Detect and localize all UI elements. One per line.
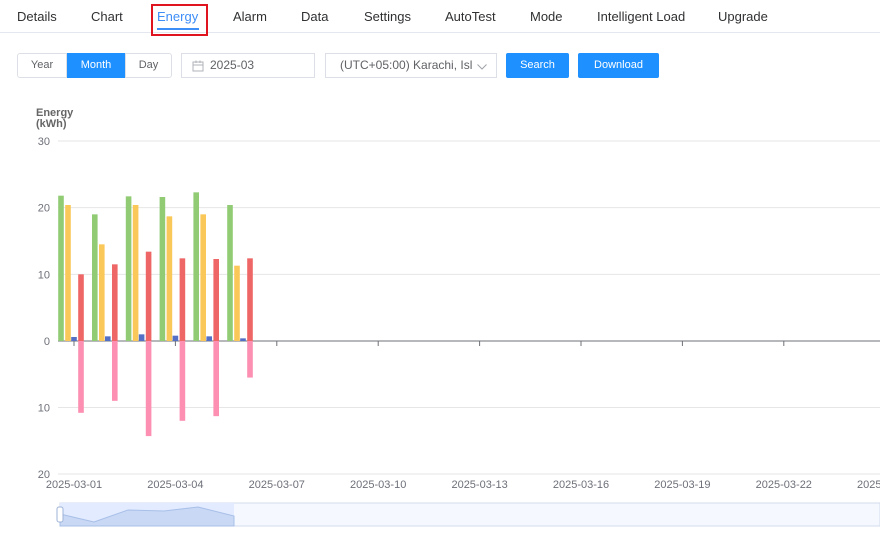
bar[interactable] <box>193 192 199 341</box>
y-tick-label: 0 <box>44 336 50 348</box>
bar[interactable] <box>234 265 240 341</box>
data-zoom-handle[interactable] <box>56 506 64 523</box>
bar[interactable] <box>179 258 186 341</box>
x-tick-label: 2025-03-19 <box>654 479 710 491</box>
bar[interactable] <box>179 341 186 421</box>
bar[interactable] <box>92 214 98 341</box>
data-zoom-slider[interactable] <box>56 502 880 527</box>
y-axis-ticks: 30201001020 <box>38 136 50 481</box>
bar[interactable] <box>227 205 233 341</box>
x-tick-label: 2025-03-10 <box>350 479 406 491</box>
bar[interactable] <box>172 335 179 341</box>
bar[interactable] <box>105 336 111 341</box>
bar[interactable] <box>99 244 105 341</box>
bar[interactable] <box>200 214 206 341</box>
x-tick-label: 2025-03-13 <box>451 479 507 491</box>
chart-bars <box>58 192 253 437</box>
bar[interactable] <box>240 338 246 341</box>
bar[interactable] <box>65 205 71 341</box>
x-tick-label: 2025-03-22 <box>756 479 812 491</box>
bar[interactable] <box>125 196 132 341</box>
bar[interactable] <box>78 274 84 341</box>
bar[interactable] <box>132 205 139 341</box>
y-tick-label: 10 <box>38 269 50 281</box>
x-tick-label: 2025-03-25 <box>857 479 880 491</box>
x-axis-ticks: 2025-03-01 2025-03-04 2025-03-07 2025-03-10… <box>46 341 880 491</box>
bar[interactable] <box>71 337 77 341</box>
bar[interactable] <box>78 341 84 413</box>
bar[interactable] <box>247 258 253 341</box>
bar[interactable] <box>206 336 212 341</box>
bar[interactable] <box>145 251 152 341</box>
energy-chart: 30201001020 2025-03-01 2025-03-04 2025-03-… <box>36 107 880 527</box>
bar[interactable] <box>138 334 145 341</box>
bar[interactable] <box>145 341 152 437</box>
x-tick-label: 2025-03-07 <box>249 479 305 491</box>
y-tick-label: 30 <box>38 136 50 148</box>
x-tick-label: 2025-03-16 <box>553 479 609 491</box>
x-tick-label: 2025-03-01 <box>46 479 102 491</box>
bar[interactable] <box>166 216 173 341</box>
bar[interactable] <box>159 197 166 341</box>
y-axis-label: Energy (kWh) <box>36 107 74 130</box>
bar[interactable] <box>58 195 64 341</box>
x-tick-label: 2025-03-04 <box>147 479 203 491</box>
y-tick-label: 10 <box>38 403 50 415</box>
bar[interactable] <box>213 341 219 417</box>
y-tick-label: 20 <box>38 203 50 215</box>
bar[interactable] <box>112 264 118 341</box>
bar[interactable] <box>112 341 118 401</box>
bar[interactable] <box>213 259 219 341</box>
bar[interactable] <box>247 341 253 378</box>
